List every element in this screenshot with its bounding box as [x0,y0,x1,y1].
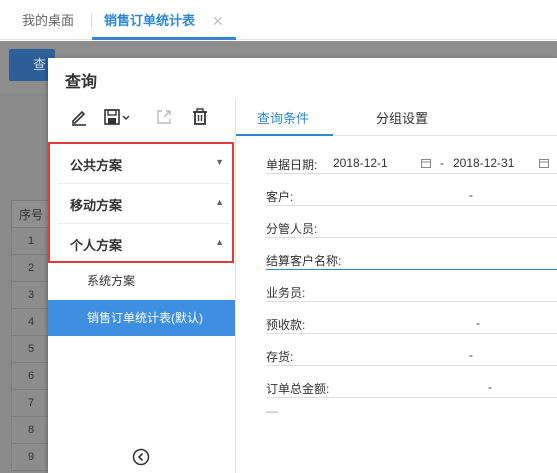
tab-bar: 我的桌面 销售订单统计表 ✕ [0,0,557,40]
field-document-date: 单据日期: 2018-12-1 - 2018-12-31 [266,152,557,174]
scheme-groups-highlight: 公共方案 ▼ 移动方案 ▲ 个人方案 ▲ [48,142,234,263]
calendar-icon[interactable] [421,157,431,168]
background-grid-row: 9 [11,444,51,471]
date-to-input[interactable]: 2018-12-31 [453,156,514,170]
background-grid-row: 8 [11,417,51,444]
scheme-group-public[interactable]: 公共方案 ▼ [58,144,230,184]
chevron-down-icon[interactable]: ▼ [215,157,224,167]
scheme-group-personal[interactable]: 个人方案 ▲ [58,224,230,264]
field-advance-receipt[interactable]: 预收款: - [266,312,557,334]
range-separator: - [469,348,473,362]
field-label: 预收款: [266,318,306,332]
active-tab-indicator [236,134,333,136]
background-grid-rows: 123456789 [11,228,51,471]
field-settlement-customer[interactable]: 结算客户名称: [266,248,557,270]
more-fields-indicator: — [266,404,278,418]
close-tab-icon[interactable]: ✕ [212,8,224,34]
chevron-up-icon[interactable]: ▲ [215,197,224,207]
background-grid-row: 2 [11,255,51,282]
chevron-up-icon[interactable]: ▲ [215,237,224,247]
date-from-input[interactable]: 2018-12-1 [333,156,388,170]
field-manager[interactable]: 分管人员: [266,216,557,238]
background-grid-row: 7 [11,390,51,417]
field-salesperson[interactable]: 业务员: [266,280,557,302]
scheme-item-sales-order-default[interactable]: 销售订单统计表(默认) [48,300,235,336]
scheme-group-mobile[interactable]: 移动方案 ▲ [58,184,230,224]
delete-icon[interactable] [189,106,211,128]
range-separator: - [488,380,492,394]
query-dialog: 查询 公共方案 ▼ 移动方案 ▲ 个人方案 ▲ 系统方案 销售订单统计表(默认)… [48,58,557,473]
tab-query-conditions[interactable]: 查询条件 [257,108,309,127]
background-grid-row: 5 [11,336,51,363]
scheme-group-label: 个人方案 [70,238,123,253]
conditions-tabs: 查询条件 分组设置 [236,98,557,136]
field-label: 单据日期: [266,158,318,172]
collapse-panel-icon[interactable] [131,447,151,467]
background-grid-row: 3 [11,282,51,309]
range-separator: - [440,156,444,170]
field-label: 分管人员: [266,222,318,236]
scheme-panel: 公共方案 ▼ 移动方案 ▲ 个人方案 ▲ 系统方案 销售订单统计表(默认) [48,98,235,473]
background-grid-row: 6 [11,363,51,390]
scheme-group-label: 公共方案 [70,158,123,173]
tab-group-settings[interactable]: 分组设置 [376,108,428,127]
grid-header-index: 序号 [11,200,51,228]
range-separator: - [476,316,480,330]
field-label: 订单总金额: [266,382,330,396]
active-tab-indicator [92,37,236,40]
field-order-total[interactable]: 订单总金额: - [266,376,557,398]
background-grid-row: 1 [11,228,51,255]
scheme-toolbar [48,98,235,136]
scheme-item-system[interactable]: 系统方案 [48,263,235,299]
field-label: 业务员: [266,286,306,300]
calendar-icon[interactable] [539,157,549,168]
field-inventory[interactable]: 存货: - [266,344,557,366]
field-label: 存货: [266,350,294,364]
background-query-label: 查 [33,57,47,72]
tab-home[interactable]: 我的桌面 [22,8,74,34]
background-grid-row: 4 [11,309,51,336]
tab-sales-order-stats[interactable]: 销售订单统计表 [104,8,195,34]
field-customer[interactable]: 客户: - [266,184,557,206]
save-icon[interactable] [102,106,132,128]
field-label: 客户: [266,190,294,204]
range-separator: - [469,188,473,202]
scheme-group-label: 移动方案 [70,198,123,213]
edit-icon[interactable] [68,106,90,128]
export-icon[interactable] [153,106,175,128]
field-label: 结算客户名称: [266,254,342,268]
dialog-title: 查询 [65,74,98,91]
tab-separator [91,13,92,29]
conditions-panel: 查询条件 分组设置 单据日期: 2018-12-1 - 2018-12-31 客… [236,98,557,473]
